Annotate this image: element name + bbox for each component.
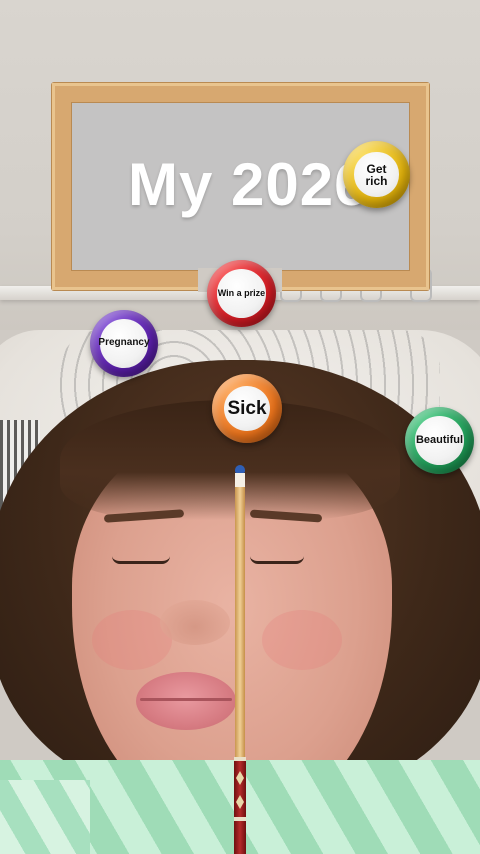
cue-ferrule (235, 473, 245, 487)
ball-pregnancy[interactable]: Pregnancy (90, 310, 158, 377)
cue-ring (234, 757, 246, 761)
eye-right (250, 556, 304, 564)
cheek-right (262, 610, 342, 670)
ball-label: Win a prize (217, 287, 266, 298)
eye-left (112, 556, 170, 564)
lips (136, 672, 236, 730)
cue-shaft (235, 487, 245, 757)
ball-label: Pregnancy (98, 337, 150, 349)
nose (160, 600, 230, 645)
lip-line (140, 698, 232, 701)
ball-sick[interactable]: Sick (212, 374, 282, 443)
ball-label: Sick (227, 398, 267, 419)
ball-label: Get rich (365, 161, 388, 188)
ball-get-rich[interactable]: Get rich (343, 141, 410, 208)
ball-beautiful[interactable]: Beautiful (405, 407, 474, 474)
ball-win-a-prize[interactable]: Win a prize (207, 260, 276, 327)
cue-ring (234, 817, 246, 821)
ball-label: Beautiful (415, 433, 464, 446)
blanket-fold (0, 780, 90, 854)
pool-cue[interactable] (234, 465, 246, 854)
cue-tip (235, 465, 245, 473)
